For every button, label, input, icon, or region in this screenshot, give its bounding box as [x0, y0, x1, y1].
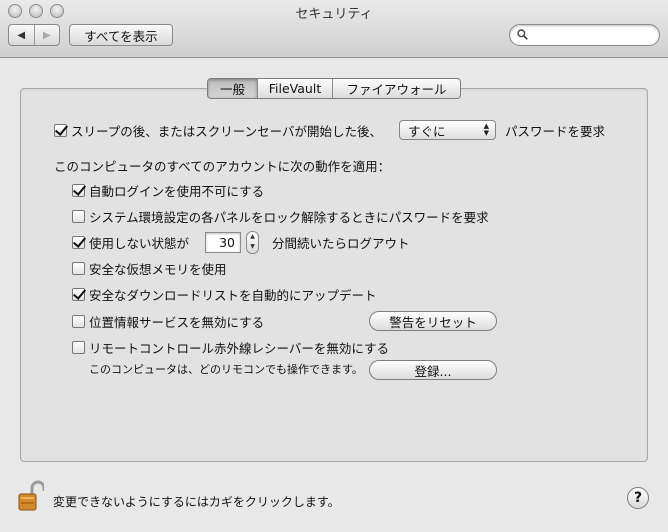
forward-button[interactable]: ▶ [33, 25, 60, 45]
option-label: 安全なダウンロードリストを自動的にアップデート [89, 287, 377, 303]
option-label: 使用しない状態が [89, 235, 190, 251]
popup-arrows-icon: ▲ ▼ [483, 122, 489, 137]
reset-warnings-button[interactable]: 警告をリセット [369, 311, 497, 331]
logout-inactivity-checkbox[interactable] [72, 235, 85, 249]
disable-ir-receiver-checkbox[interactable] [72, 340, 85, 354]
logout-minutes-stepper[interactable]: ▲ ▼ [246, 231, 259, 254]
remote-note: このコンピュータは、どのリモコンでも操作できます。 [89, 363, 363, 376]
option-disable-auto-login: 自動ログインを使用不可にする [72, 181, 264, 199]
section-heading: このコンピュータのすべてのアカウントに次の動作を適用： [54, 158, 391, 174]
window-title: セキュリティ [295, 7, 373, 22]
back-arrow-icon: ◀ [17, 29, 26, 41]
tab-filevault[interactable]: FileVault [257, 79, 332, 98]
open-lock-icon[interactable] [18, 480, 44, 512]
title-bar: セキュリティ ◀ ▶ すべてを表示 [0, 0, 668, 58]
search-field[interactable] [509, 24, 660, 46]
require-password-unlock-checkbox[interactable] [72, 209, 85, 223]
forward-arrow-icon: ▶ [42, 29, 51, 41]
secure-virtual-memory-checkbox[interactable] [72, 261, 85, 275]
help-button[interactable]: ? [627, 487, 649, 509]
tab-bar: 一般 FileVault ファイアウォール [207, 78, 461, 99]
option-label: リモートコントロール赤外線レシーバーを無効にする [89, 340, 390, 356]
sleep-password-label: スリープの後、またはスクリーンセーバが開始した後、 [71, 123, 383, 139]
show-all-button[interactable]: すべてを表示 [69, 24, 173, 46]
register-remote-button[interactable]: 登録... [369, 360, 497, 380]
tab-firewall[interactable]: ファイアウォール [332, 79, 460, 98]
lock-hint-label: 変更できないようにするにはカギをクリックします。 [53, 495, 340, 509]
update-safe-downloads-checkbox[interactable] [72, 287, 85, 301]
option-secure-virtual-memory: 安全な仮想メモリを使用 [72, 259, 227, 277]
logout-minutes-field[interactable]: 30 [205, 232, 241, 253]
disable-auto-login-checkbox[interactable] [72, 183, 85, 197]
disable-location-services-checkbox[interactable] [72, 314, 85, 328]
option-require-password-unlock: システム環境設定の各パネルをロック解除するときにパスワードを要求 [72, 207, 489, 225]
option-disable-location-services: 位置情報サービスを無効にする [72, 312, 264, 330]
option-label: 安全な仮想メモリを使用 [89, 261, 227, 277]
back-forward-control: ◀ ▶ [8, 24, 60, 46]
option-disable-ir-receiver: リモートコントロール赤外線レシーバーを無効にする [72, 338, 389, 356]
sleep-password-suffix: パスワードを要求 [505, 123, 606, 139]
password-delay-value: すぐに [408, 123, 446, 139]
option-label: 位置情報サービスを無効にする [89, 314, 265, 330]
search-icon [517, 29, 528, 40]
tab-general[interactable]: 一般 [208, 79, 257, 98]
option-label: システム環境設定の各パネルをロック解除するときにパスワードを要求 [89, 209, 489, 225]
logout-suffix-label: 分間続いたらログアウト [272, 235, 410, 251]
search-input[interactable] [532, 27, 652, 43]
help-icon: ? [633, 490, 643, 506]
sleep-password-checkbox[interactable] [54, 123, 67, 137]
password-delay-popup[interactable]: すぐに ▲ ▼ [399, 120, 496, 140]
sleep-password-row: スリープの後、またはスクリーンセーバが開始した後、 [54, 121, 382, 139]
option-logout-after-inactivity: 使用しない状態が [72, 233, 189, 251]
back-button[interactable]: ◀ [9, 25, 34, 45]
option-label: 自動ログインを使用不可にする [89, 183, 265, 199]
option-update-safe-downloads: 安全なダウンロードリストを自動的にアップデート [72, 285, 377, 303]
